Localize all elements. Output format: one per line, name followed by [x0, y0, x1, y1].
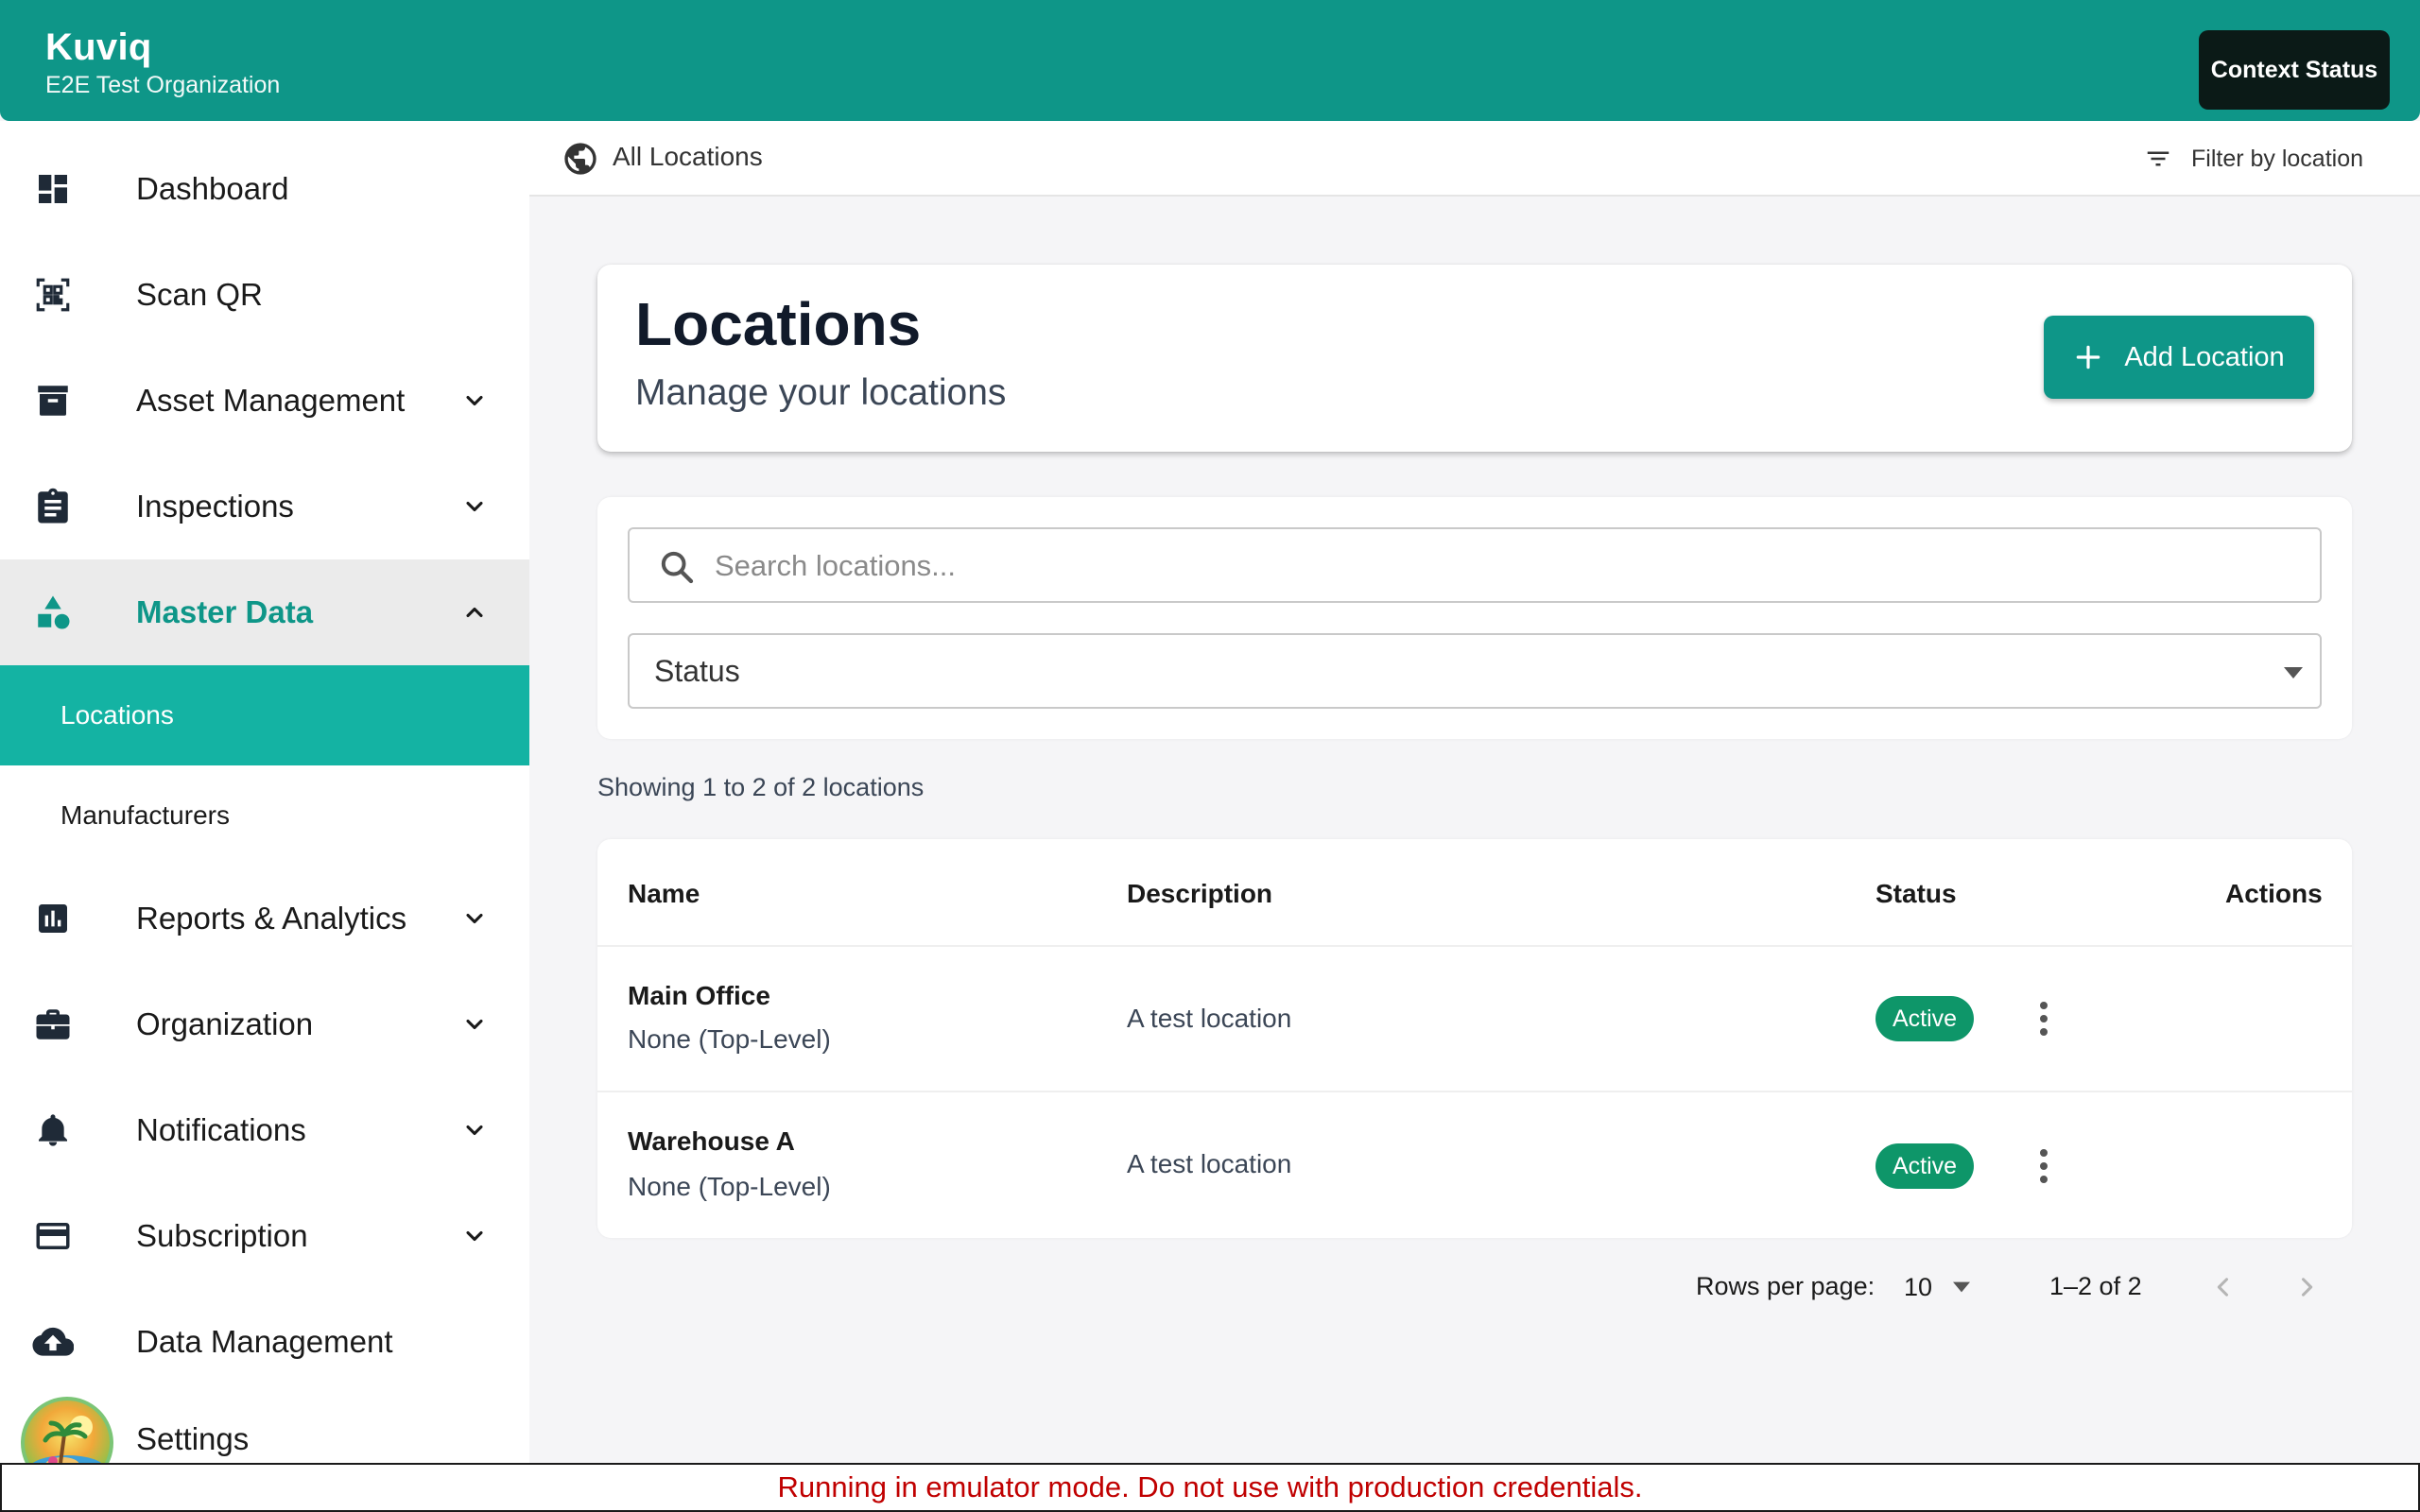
- sidebar-item-notifications[interactable]: Notifications: [0, 1077, 529, 1183]
- globe-icon: [564, 143, 596, 175]
- rows-per-page-select[interactable]: 10: [1904, 1264, 1998, 1310]
- chevron-down-icon[interactable]: [458, 490, 492, 524]
- location-description: A test location: [1127, 1149, 1292, 1178]
- row-actions-button[interactable]: [2015, 990, 2072, 1047]
- location-parent: None (Top-Level): [628, 1172, 831, 1201]
- bell-icon: [32, 1109, 74, 1151]
- sidebar-item-dashboard[interactable]: Dashboard: [0, 136, 529, 242]
- category-icon: [32, 592, 74, 633]
- column-header-status[interactable]: Status: [1876, 879, 1957, 909]
- briefcase-icon: [32, 1004, 74, 1045]
- plus-icon: [2077, 345, 2100, 369]
- sidebar-subitem-manufacturers[interactable]: Manufacturers: [0, 765, 529, 866]
- rows-per-page-label: Rows per page:: [1696, 1272, 1876, 1300]
- credit-card-icon: [32, 1215, 74, 1257]
- pagination-range: 1–2 of 2: [2049, 1272, 2142, 1300]
- sidebar-item-label: Settings: [136, 1421, 250, 1456]
- current-location-label[interactable]: All Locations: [613, 142, 763, 172]
- status-badge: Active: [1876, 1143, 1974, 1189]
- row-actions-button[interactable]: [2015, 1138, 2072, 1194]
- status-select-label: Status: [654, 654, 740, 688]
- location-context-bar: All Locations Filter by location: [529, 121, 2420, 197]
- previous-page-button[interactable]: [2199, 1263, 2248, 1312]
- sidebar-item-organization[interactable]: Organization: [0, 971, 529, 1077]
- sidebar-item-label: Scan QR: [136, 277, 263, 312]
- status-badge: Active: [1876, 996, 1974, 1041]
- chevron-down-icon[interactable]: [458, 384, 492, 418]
- page-title: Locations: [635, 290, 922, 358]
- chevron-right-icon: [2301, 1278, 2313, 1297]
- page-subtitle: Manage your locations: [635, 372, 1007, 413]
- sidebar-item-reports-analytics[interactable]: Reports & Analytics: [0, 866, 529, 971]
- cloud-upload-icon: [32, 1321, 74, 1363]
- results-summary: Showing 1 to 2 of 2 locations: [597, 773, 925, 801]
- more-vertical-icon: [2040, 1149, 2048, 1183]
- sidebar-item-data-management[interactable]: Data Management: [0, 1289, 529, 1395]
- sidebar-item-label: Reports & Analytics: [136, 901, 407, 936]
- chevron-down-icon[interactable]: [458, 1007, 492, 1041]
- dropdown-caret-icon: [2284, 667, 2303, 679]
- context-status-button[interactable]: Context Status: [2199, 30, 2390, 110]
- next-page-button[interactable]: [2282, 1263, 2331, 1312]
- locations-table: Name Description Status Actions Main Off…: [597, 839, 2352, 1238]
- search-input[interactable]: [715, 542, 2303, 590]
- sidebar-item-asset-management[interactable]: Asset Management: [0, 348, 529, 454]
- sidebar-item-inspections[interactable]: Inspections: [0, 454, 529, 559]
- column-header-actions: Actions: [2225, 879, 2323, 908]
- qr-scan-icon: [32, 274, 74, 316]
- bar-chart-icon: [32, 898, 74, 939]
- add-location-button[interactable]: Add Location: [2044, 316, 2314, 399]
- sidebar-item-label: Data Management: [136, 1324, 393, 1359]
- search-icon: [661, 551, 694, 584]
- sidebar-item-label: Organization: [136, 1006, 314, 1041]
- sidebar-item-label: Inspections: [136, 489, 294, 524]
- sidebar-subitem-label: Manufacturers: [60, 800, 230, 830]
- chevron-down-icon[interactable]: [458, 1219, 492, 1253]
- column-header-name[interactable]: Name: [628, 879, 700, 909]
- sidebar-item-label: Notifications: [136, 1112, 306, 1147]
- sidebar-item-master-data[interactable]: Master Data: [0, 559, 529, 665]
- chevron-left-icon: [2217, 1278, 2229, 1297]
- chevron-up-icon[interactable]: [458, 595, 492, 629]
- page-header-card: Locations Manage your locations Add Loca…: [597, 265, 2352, 452]
- sidebar: Dashboard Scan QR Asset Management Inspe…: [0, 121, 529, 1463]
- dropdown-caret-icon: [1953, 1281, 1971, 1293]
- location-name: Main Office: [628, 981, 770, 1010]
- app-header: Kuviq E2E Test Organization Context Stat…: [0, 0, 2420, 121]
- filter-by-location-button[interactable]: Filter by location: [2144, 138, 2363, 180]
- rows-per-page-value: 10: [1904, 1272, 1933, 1301]
- clipboard-icon: [32, 486, 74, 527]
- row-divider: [597, 945, 2352, 947]
- sidebar-item-label: Subscription: [136, 1218, 308, 1253]
- column-header-description[interactable]: Description: [1127, 879, 1272, 909]
- app-name[interactable]: Kuviq: [45, 26, 152, 69]
- row-divider: [597, 1091, 2352, 1092]
- search-field[interactable]: [628, 527, 2322, 603]
- filter-by-location-label: Filter by location: [2191, 145, 2364, 172]
- sidebar-subitem-label: Locations: [60, 700, 174, 730]
- sidebar-item-scan-qr[interactable]: Scan QR: [0, 242, 529, 348]
- location-description: A test location: [1127, 1004, 1292, 1033]
- organization-name: E2E Test Organization: [45, 72, 281, 98]
- archive-icon: [32, 380, 74, 421]
- emulator-warning-text: Running in emulator mode. Do not use wit…: [777, 1470, 1643, 1503]
- chevron-down-icon[interactable]: [458, 1113, 492, 1147]
- filter-card: Status: [597, 497, 2352, 739]
- emulator-warning-banner: Running in emulator mode. Do not use wit…: [0, 1463, 2420, 1512]
- location-name: Warehouse A: [628, 1126, 795, 1156]
- status-select[interactable]: Status: [628, 633, 2322, 709]
- more-vertical-icon: [2040, 1002, 2048, 1036]
- chevron-down-icon[interactable]: [458, 902, 492, 936]
- sidebar-item-label: Master Data: [136, 594, 314, 629]
- sidebar-item-label: Asset Management: [136, 383, 406, 418]
- location-parent: None (Top-Level): [628, 1024, 831, 1054]
- sidebar-item-subscription[interactable]: Subscription: [0, 1183, 529, 1289]
- sidebar-subitem-locations[interactable]: Locations: [0, 665, 529, 765]
- add-location-label: Add Location: [2124, 341, 2285, 372]
- sidebar-item-label: Dashboard: [136, 171, 289, 206]
- dashboard-icon: [32, 168, 74, 210]
- filter-icon: [2147, 151, 2169, 166]
